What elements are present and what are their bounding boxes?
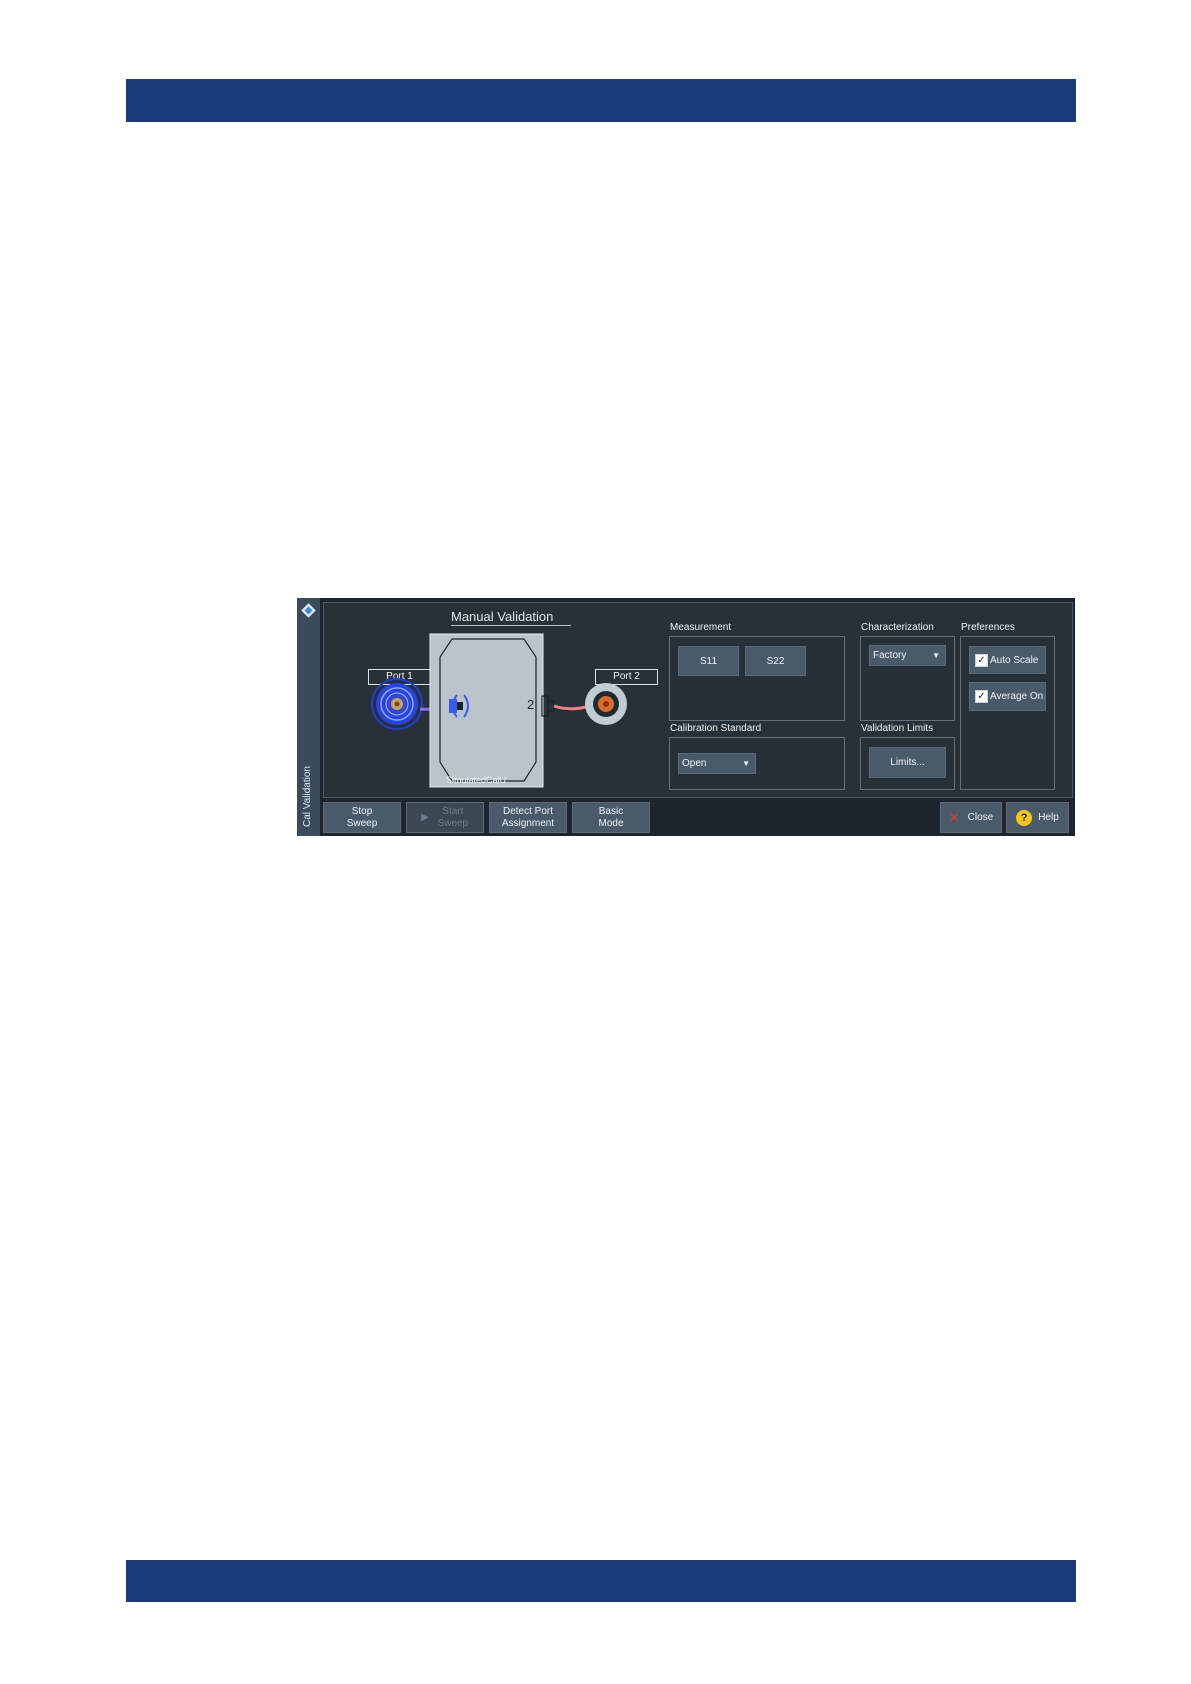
limits-button[interactable]: Limits...: [869, 747, 946, 778]
characterization-label: Characterization: [861, 622, 934, 633]
calibration-standard-selected: Open: [682, 758, 707, 769]
close-label: Close: [967, 811, 994, 823]
preferences-group: ✓ Auto Scale ✓ Average On: [960, 636, 1055, 790]
calibration-standard-group: Open ▼: [669, 737, 845, 790]
average-on-checkbox[interactable]: ✓ Average On: [969, 682, 1046, 711]
measurement-group: S11 S22: [669, 636, 845, 721]
chevron-down-icon: ▼: [932, 651, 940, 660]
document-header-bar: [126, 79, 1076, 122]
validation-limits-group: Limits...: [860, 737, 955, 790]
detect-port-assignment-button[interactable]: Detect Port Assignment: [489, 802, 567, 833]
port2-connector-icon[interactable]: [585, 683, 627, 725]
cal-validation-dialog: Cal Validation Manual Validation Port 1 …: [297, 598, 1075, 836]
rs-logo-icon: [301, 603, 316, 618]
s22-button[interactable]: S22: [745, 646, 806, 676]
average-on-label: Average On: [990, 691, 1044, 702]
validation-limits-label: Validation Limits: [861, 723, 934, 734]
characterization-group: Factory ▼: [860, 636, 955, 721]
measurement-label: Measurement: [670, 622, 732, 633]
port2-cable: [553, 704, 587, 711]
validation-panel: Manual Validation Port 1 Port 2 2 Simula…: [323, 602, 1073, 798]
auto-scale-checkbox[interactable]: ✓ Auto Scale: [969, 646, 1046, 674]
port1-connector-icon[interactable]: [371, 678, 423, 730]
port2-adapter-icon: [541, 695, 555, 717]
s11-button[interactable]: S11: [678, 646, 739, 676]
preferences-label: Preferences: [961, 622, 1015, 633]
chevron-down-icon: ▼: [742, 759, 750, 768]
characterization-dropdown[interactable]: Factory ▼: [869, 645, 946, 666]
close-icon: ✕: [948, 809, 960, 825]
check-icon: ✓: [975, 654, 988, 667]
check-icon: ✓: [975, 690, 988, 703]
help-button[interactable]: ? Help: [1006, 802, 1069, 833]
calibration-standard-dropdown[interactable]: Open ▼: [678, 753, 756, 774]
stop-sweep-button[interactable]: Stop Sweep: [323, 802, 401, 833]
calkit-name: SimulatedCalU: [446, 775, 507, 785]
calibration-standard-label: Calibration Standard: [670, 723, 762, 734]
help-icon: ?: [1016, 809, 1033, 826]
start-sweep-label: Start Sweep: [437, 805, 469, 829]
side-strip: Cal Validation: [297, 598, 320, 836]
close-button[interactable]: ✕ Close: [940, 802, 1002, 833]
side-title: Cal Validation: [302, 766, 313, 827]
document-footer-bar: [126, 1560, 1076, 1602]
basic-mode-button[interactable]: Basic Mode: [572, 802, 650, 833]
help-label: Help: [1038, 811, 1059, 823]
start-sweep-button[interactable]: ▶ Start Sweep: [406, 802, 484, 833]
title-underline: [451, 625, 571, 626]
characterization-selected: Factory: [873, 650, 907, 661]
play-icon: ▶: [421, 811, 429, 823]
page-title: Manual Validation: [451, 609, 554, 624]
port-number-label: 2: [527, 697, 535, 712]
auto-scale-label: Auto Scale: [990, 655, 1039, 666]
